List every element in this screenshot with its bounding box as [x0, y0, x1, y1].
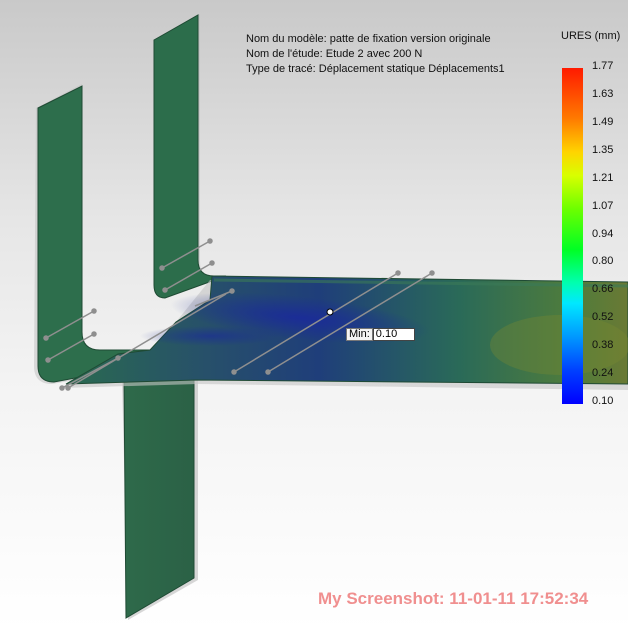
legend-tick-label: 0.80: [592, 255, 614, 268]
back-flange: [153, 14, 228, 299]
study-info: Nom du modèle: patte de fixation version…: [246, 32, 505, 77]
legend-tick-label: 1.35: [592, 143, 614, 156]
lower-leg: [122, 377, 198, 620]
min-probe-key: Min:: [346, 328, 373, 341]
legend-tick-label: 1.77: [592, 60, 614, 72]
screenshot-watermark: My Screenshot: 11-01-11 17:52:34: [318, 589, 589, 608]
study-name-line: Nom de l'étude: Etude 2 avec 200 N: [246, 48, 423, 60]
front-flange: [34, 84, 154, 384]
legend-tick-label: 1.07: [592, 199, 614, 212]
legend-tick-label: 0.52: [592, 311, 614, 324]
legend-tick-label: 0.94: [592, 227, 614, 240]
color-scale-bar: [562, 68, 583, 404]
legend-tick-label: 0.38: [592, 339, 614, 352]
legend-tick-label: 0.66: [592, 283, 614, 296]
legend-tick-label: 0.24: [592, 367, 614, 380]
legend-tick-label: 0.10: [592, 395, 614, 407]
model-name-line: Nom du modèle: patte de fixation version…: [246, 33, 491, 45]
legend-tick-label: 1.21: [592, 171, 614, 184]
legend-tick-label: 1.63: [592, 87, 614, 100]
plot-type-line: Type de tracé: Déplacement statique Dépl…: [246, 63, 505, 75]
min-probe-label[interactable]: Min: 0.10: [346, 328, 415, 341]
model-viewport[interactable]: [0, 0, 628, 629]
min-probe-value: 0.10: [372, 328, 415, 341]
horizontal-plate: [62, 275, 628, 390]
legend-tick-label: 1.49: [592, 115, 614, 128]
legend-title: URES (mm): [561, 30, 621, 42]
